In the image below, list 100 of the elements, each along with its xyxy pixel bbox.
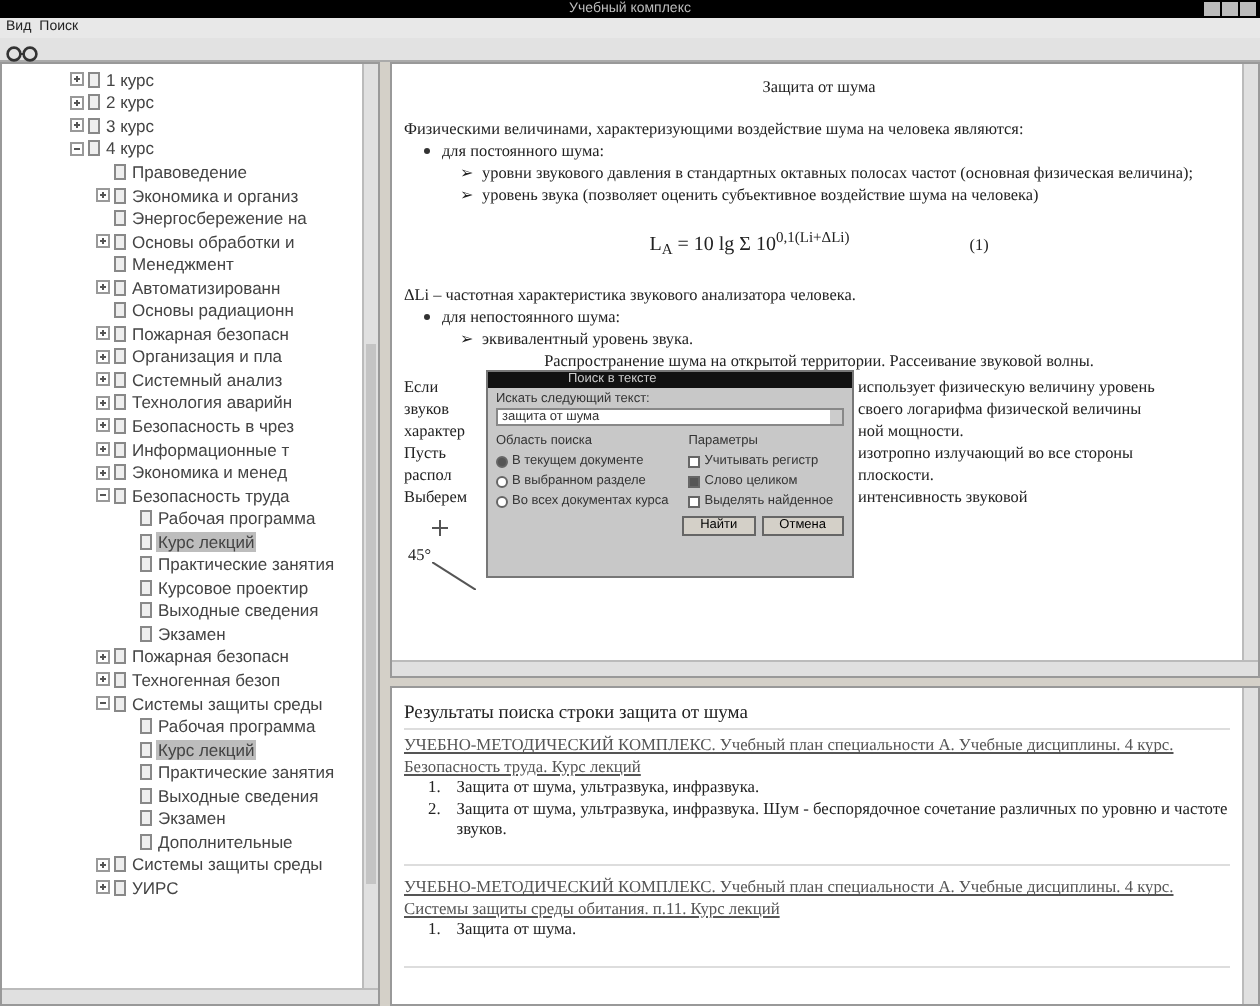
expand-icon[interactable] xyxy=(96,349,110,364)
expand-icon[interactable] xyxy=(96,234,110,249)
tree-item[interactable]: Техногенная безоп xyxy=(130,669,283,690)
tree-item[interactable]: Автоматизированн xyxy=(130,277,283,298)
expand-icon[interactable] xyxy=(70,72,84,87)
text-fragment: распол xyxy=(404,466,452,484)
expand-icon[interactable] xyxy=(96,372,110,387)
expand-icon[interactable] xyxy=(96,857,110,872)
scrollbar[interactable] xyxy=(362,64,378,988)
tree-item[interactable]: Основы обработки и xyxy=(130,231,297,252)
tree-item[interactable]: Экономика и организ xyxy=(130,185,301,205)
radio-button[interactable] xyxy=(496,495,508,507)
tree-item[interactable]: 3 курс xyxy=(104,115,157,136)
checkbox[interactable] xyxy=(688,495,701,507)
text-fragment: своего логарифма физической величины xyxy=(858,398,1142,420)
result-link[interactable]: УЧЕБНО-МЕТОДИЧЕСКИЙ КОМПЛЕКС. Учебный план специальности А. Учебные дисциплины. 4 курс. Безопасность труда. Курс лекций xyxy=(404,736,1230,779)
tree-item[interactable]: Практические занятия xyxy=(156,762,337,783)
dropdown-icon xyxy=(830,410,842,424)
result-link[interactable]: УЧЕБНО-МЕТОДИЧЕСКИЙ КОМПЛЕКС. Учебный план специальности А. Учебные дисциплины. 4 курс. Системы защиты среды обитания. п.11. Курс лекций xyxy=(404,878,1230,921)
tree-item[interactable]: Рабочая программа xyxy=(156,716,318,737)
text-fragment: интенсивность звуковой xyxy=(858,486,1028,508)
tree-item[interactable]: Пожарная безопасн xyxy=(130,323,291,344)
tree-item[interactable]: Рабочая программа xyxy=(156,508,318,529)
list-item: эквивалентный уровень звука. xyxy=(482,328,694,350)
tree-item[interactable]: Информационные т xyxy=(130,439,292,460)
tree-item[interactable]: Курсовое проектир xyxy=(156,577,311,598)
tree-item[interactable]: Экзамен xyxy=(156,623,228,644)
tree-item[interactable]: 4 курс xyxy=(104,138,157,159)
results-heading: Результаты поиска строки защита от шума xyxy=(404,704,1230,731)
leader-line xyxy=(432,562,476,590)
scrollbar[interactable] xyxy=(1242,688,1258,1004)
paragraph: Физическими величинами, характеризующими воздействие шума на человека являются: xyxy=(404,118,1026,140)
tree-item[interactable]: Экономика и менед xyxy=(130,462,290,483)
paragraph: ΔLi – частотная характеристика звукового анализатора человека. xyxy=(404,284,858,306)
radio-button[interactable] xyxy=(496,475,508,487)
tree-item[interactable]: Менеджмент xyxy=(130,254,236,275)
text-fragment: изотропно излучающий во все стороны xyxy=(858,442,1134,464)
tree-item[interactable]: Технология аварийн xyxy=(130,392,295,413)
scrollbar[interactable] xyxy=(392,660,1258,676)
tree-item[interactable]: 2 курс xyxy=(104,92,157,113)
expand-icon[interactable] xyxy=(70,118,84,133)
result-snippet: Защита от шума, ультразвука, инфразвука. Шум - беспорядочное сочетание различных по уровню и частоте звуков. xyxy=(456,799,1230,841)
list-number: 2. xyxy=(428,799,441,822)
tree-item[interactable]: Выходные сведения xyxy=(156,785,321,806)
expand-icon[interactable] xyxy=(96,280,110,295)
expand-icon[interactable] xyxy=(70,95,84,110)
tree-item[interactable]: Выходные сведения xyxy=(156,600,321,621)
expand-icon[interactable] xyxy=(96,880,110,895)
tree-item[interactable]: Курс лекций xyxy=(156,739,257,760)
marker: ➢ xyxy=(460,162,474,184)
collapse-icon[interactable] xyxy=(70,141,84,156)
list-item: уровень звука (позволяет оценить субъективное воздействие шума на человека) xyxy=(482,184,1039,206)
tree-item[interactable]: Безопасность в чрез xyxy=(130,415,297,436)
tree-item[interactable]: Организация и пла xyxy=(130,346,285,367)
formula: L$_{A}$ = 10 lg Σ 10$^{0,1(Li+ΔLi)}$ xyxy=(649,234,850,256)
checkbox[interactable] xyxy=(688,455,701,467)
tree-item[interactable]: Правоведение xyxy=(130,161,250,182)
text-fragment: ной мощности. xyxy=(858,420,964,442)
tree-item[interactable]: Основы радиационн xyxy=(130,300,296,321)
tree-item[interactable]: 1 курс xyxy=(104,69,157,90)
text-fragment: Если xyxy=(404,378,439,396)
paragraph: Распространение шума на открытой территории. Рассеивание звуковой волны. xyxy=(542,350,1096,372)
tree-item[interactable]: Системный анализ xyxy=(130,369,285,390)
expand-icon[interactable] xyxy=(96,326,110,341)
glasses-icon[interactable] xyxy=(6,44,38,63)
tree-item[interactable]: Экзамен xyxy=(156,808,228,829)
tree-item[interactable]: Безопасность труда xyxy=(130,485,292,506)
radio-button[interactable] xyxy=(496,455,508,467)
equation-number: (1) xyxy=(969,234,989,256)
expand-icon[interactable] xyxy=(96,442,110,457)
result-snippet: Защита от шума. xyxy=(456,920,577,942)
tree-item[interactable]: Курс лекций xyxy=(156,531,257,552)
collapse-icon[interactable] xyxy=(96,696,110,711)
list-number: 1. xyxy=(428,920,441,942)
expand-icon[interactable] xyxy=(96,465,110,480)
bullet-icon xyxy=(424,314,430,320)
text-fragment: плоскости. xyxy=(858,464,934,486)
list-item: для непостоянного шума: xyxy=(442,306,621,328)
scrollbar[interactable] xyxy=(1242,64,1258,660)
expand-icon[interactable] xyxy=(96,649,110,664)
text-fragment: использует физическую величину уровень xyxy=(858,376,1155,398)
text-fragment: Пусть xyxy=(404,444,446,462)
expand-icon[interactable] xyxy=(96,395,110,410)
result-snippet: Защита от шума, ультразвука, инфразвука. xyxy=(456,778,760,800)
tree-item[interactable]: УИРС xyxy=(130,877,181,898)
tree-item[interactable]: Пожарная безопасн xyxy=(130,646,291,667)
expand-icon[interactable] xyxy=(96,672,110,687)
tree-item[interactable]: Системы защиты среды xyxy=(130,693,325,714)
collapse-icon[interactable] xyxy=(96,488,110,503)
expand-icon[interactable] xyxy=(96,418,110,433)
checkbox[interactable] xyxy=(688,475,701,487)
list-item: уровни звукового давления в стандартных октавных полосах частот (основная физическая величина); xyxy=(482,162,1194,184)
tree-item[interactable]: Системы защиты среды xyxy=(130,854,325,875)
expand-icon[interactable] xyxy=(96,188,110,202)
tree-item[interactable]: Энергосбережение на xyxy=(130,208,309,229)
text-fragment: Выберем xyxy=(404,488,468,506)
scrollbar[interactable] xyxy=(2,988,378,1004)
marker: ➢ xyxy=(460,328,474,350)
tree-item[interactable]: Дополнительные xyxy=(156,831,295,852)
tree-item[interactable]: Практические занятия xyxy=(156,554,337,575)
